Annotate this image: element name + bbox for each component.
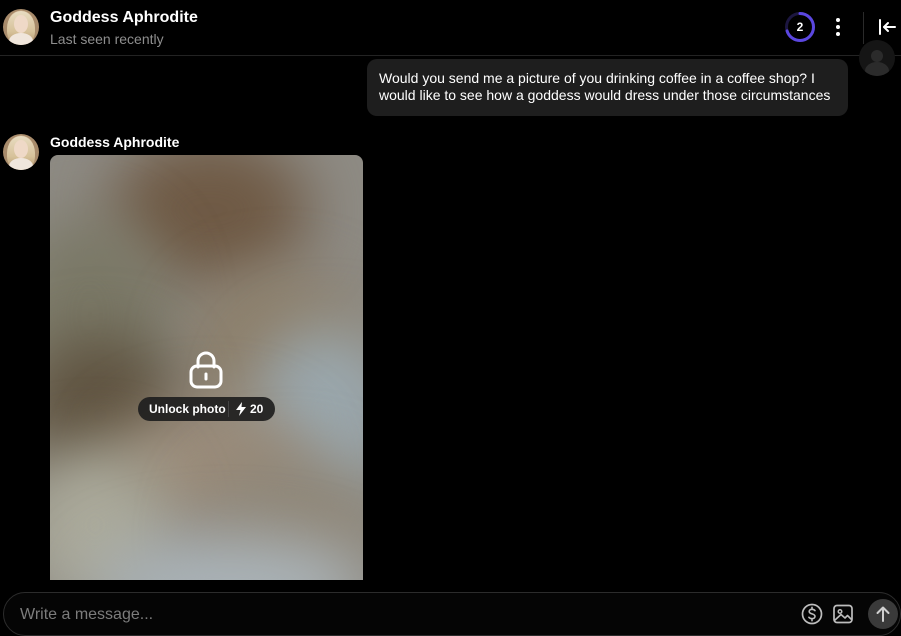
collapse-panel-icon xyxy=(879,19,896,35)
outgoing-message-bubble: Would you send me a picture of you drink… xyxy=(367,59,848,116)
unlock-photo-button[interactable]: Unlock photo 20 xyxy=(138,397,275,421)
message-input[interactable] xyxy=(18,602,782,628)
image-icon xyxy=(833,604,853,624)
arrow-up-icon xyxy=(876,606,890,622)
more-options-button[interactable] xyxy=(828,16,848,38)
pill-divider xyxy=(228,401,229,417)
sender-name: Goddess Aphrodite xyxy=(50,134,180,150)
chat-header: Goddess Aphrodite Last seen recently 2 xyxy=(0,0,901,56)
tip-button[interactable] xyxy=(800,602,824,626)
dollar-icon xyxy=(801,603,823,625)
unlock-price: 20 xyxy=(250,402,264,416)
attach-image-button[interactable] xyxy=(831,602,855,626)
contact-avatar[interactable] xyxy=(3,9,39,45)
message-counter[interactable]: 2 xyxy=(784,11,816,43)
more-vertical-icon xyxy=(836,18,840,22)
contact-name[interactable]: Goddess Aphrodite xyxy=(50,9,198,27)
header-divider xyxy=(863,12,864,44)
lock-icon xyxy=(189,351,223,389)
collapse-panel-button[interactable] xyxy=(876,16,898,38)
send-button[interactable] xyxy=(868,599,898,629)
counter-value: 2 xyxy=(796,20,804,34)
message-composer xyxy=(3,592,901,636)
user-avatar xyxy=(859,40,895,76)
sender-avatar[interactable] xyxy=(3,134,39,170)
contact-status: Last seen recently xyxy=(50,31,164,47)
bolt-icon xyxy=(236,402,246,416)
unlock-photo-label: Unlock photo xyxy=(149,402,226,416)
